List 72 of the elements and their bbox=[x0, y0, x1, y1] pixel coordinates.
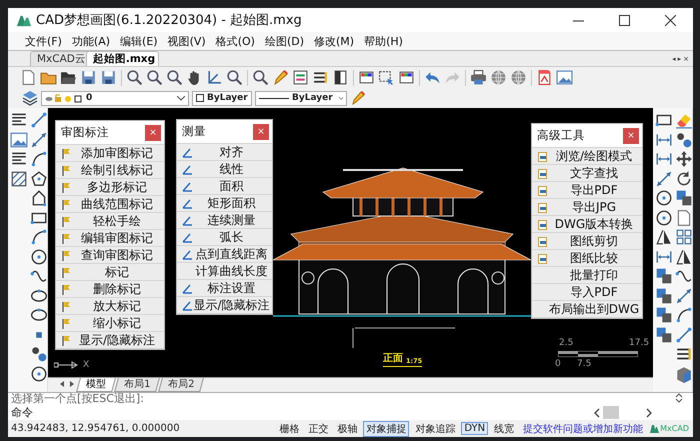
panel-item[interactable]: 弧长 bbox=[177, 228, 272, 245]
menu-item[interactable]: 编辑(E) bbox=[115, 34, 163, 48]
panel-item[interactable]: 点到直线距离 bbox=[177, 245, 272, 262]
panel-item[interactable]: 图纸比较 bbox=[532, 249, 642, 266]
menu-item[interactable]: 帮助(H) bbox=[359, 34, 408, 48]
status-toggle[interactable]: 线宽 bbox=[491, 420, 518, 436]
panel-item[interactable]: 导入PDF bbox=[532, 283, 642, 300]
status-toggle[interactable]: 极轴 bbox=[334, 420, 360, 436]
panel-item[interactable]: 显示/隐藏标注 bbox=[56, 331, 164, 348]
layout-tab[interactable]: 布局2 bbox=[158, 378, 205, 392]
panel-title: 测量 bbox=[182, 124, 206, 139]
mxcad-logo: MxCAD bbox=[650, 424, 689, 433]
command-prompt[interactable]: 命令 bbox=[11, 405, 33, 420]
panel-item[interactable]: 对齐 bbox=[177, 143, 272, 160]
panel-item[interactable]: 批量打印 bbox=[532, 266, 642, 283]
panel-item[interactable]: 编辑审图标记 bbox=[56, 229, 164, 246]
coordinates: 43.942483, 12.954761, 0.000000 bbox=[11, 423, 180, 434]
scale-label: 7.5 bbox=[577, 359, 592, 369]
panel-item[interactable]: 查询审图标记 bbox=[56, 246, 164, 263]
linetype-dropdown[interactable]: ByLayer bbox=[255, 90, 347, 106]
status-toggle[interactable]: 对象追踪 bbox=[412, 420, 458, 436]
menu-item[interactable]: 文件(F) bbox=[20, 34, 67, 48]
panel-item[interactable]: 轻松手绘 bbox=[56, 212, 164, 229]
axis-label: X bbox=[83, 360, 90, 370]
panel-item[interactable]: 连续测量 bbox=[177, 211, 272, 228]
layout-tab[interactable]: 布局1 bbox=[114, 378, 160, 392]
color-dropdown[interactable]: ByLayer bbox=[192, 90, 252, 106]
menu-item[interactable]: 修改(M) bbox=[309, 34, 360, 48]
panel-item[interactable]: 线性 bbox=[177, 160, 272, 177]
panel-item[interactable]: 放大标记 bbox=[56, 297, 164, 314]
panel-item[interactable]: 多边形标记 bbox=[56, 178, 164, 195]
panel-item[interactable]: 标注设置 bbox=[177, 279, 272, 296]
panel-item[interactable]: 面积 bbox=[177, 177, 272, 194]
panel-item[interactable]: 删除标记 bbox=[56, 280, 164, 297]
layout-tab[interactable]: 模型 bbox=[76, 378, 116, 392]
command-history: 选择第一个点[按ESC退出]: bbox=[11, 393, 144, 405]
panel-item[interactable]: 浏览/绘图模式 bbox=[532, 147, 642, 164]
window-title: CAD梦想画图(6.1.20220304) - 起始图.mxg bbox=[36, 12, 302, 29]
panel-item[interactable]: 文字查找 bbox=[532, 164, 642, 181]
scale-label: 2.5 bbox=[559, 338, 574, 348]
panel-item[interactable]: 显示/隐藏标注 bbox=[177, 296, 272, 313]
document-tab[interactable]: MxCAD云 bbox=[30, 51, 90, 66]
panel-title: 审图标注 bbox=[61, 125, 109, 140]
close-button[interactable]: × bbox=[253, 124, 269, 140]
menu-item[interactable]: 格式(O) bbox=[210, 34, 260, 48]
panel-title: 高级工具 bbox=[537, 128, 585, 143]
close-button[interactable]: × bbox=[623, 128, 639, 144]
panel-item[interactable]: 矩形面积 bbox=[177, 194, 272, 211]
scale-label: 0 bbox=[555, 359, 561, 369]
menu-item[interactable]: 视图(V) bbox=[162, 34, 211, 48]
status-toggle[interactable]: DYN bbox=[461, 422, 488, 435]
close-button[interactable]: × bbox=[145, 124, 161, 140]
scale-label: 17.5 bbox=[629, 338, 650, 348]
layer-dropdown[interactable]: 0 bbox=[41, 90, 189, 106]
feedback-link[interactable]: 提交软件问题或增加新功能 bbox=[523, 422, 644, 436]
menu-item[interactable]: 绘图(D) bbox=[260, 34, 309, 48]
status-toggle[interactable]: 正交 bbox=[305, 420, 332, 436]
panel-item[interactable]: 曲线范围标记 bbox=[56, 195, 164, 212]
status-toggle[interactable]: 栅格 bbox=[276, 420, 302, 436]
panel-item[interactable]: DWG版本转换 bbox=[532, 215, 642, 232]
panel-item[interactable]: 缩小标记 bbox=[56, 314, 164, 331]
panel-item[interactable]: 绘制引线标记 bbox=[56, 161, 164, 178]
status-toggle[interactable]: 对象捕捉 bbox=[363, 420, 410, 436]
panel-item[interactable]: 图纸剪切 bbox=[532, 232, 642, 249]
panel-item[interactable]: 标记 bbox=[56, 263, 164, 280]
panel-item[interactable]: 导出PDF bbox=[532, 181, 642, 198]
menu-item[interactable]: 功能(A) bbox=[66, 34, 116, 48]
panel-item[interactable]: 计算曲线长度 bbox=[177, 262, 272, 279]
panel-item[interactable]: 添加审图标记 bbox=[56, 144, 164, 161]
document-tab[interactable]: 起始图.mxg bbox=[86, 51, 160, 66]
panel-item[interactable]: 布局输出到DWG bbox=[532, 300, 642, 317]
panel-item[interactable]: 导出JPG bbox=[532, 198, 642, 215]
